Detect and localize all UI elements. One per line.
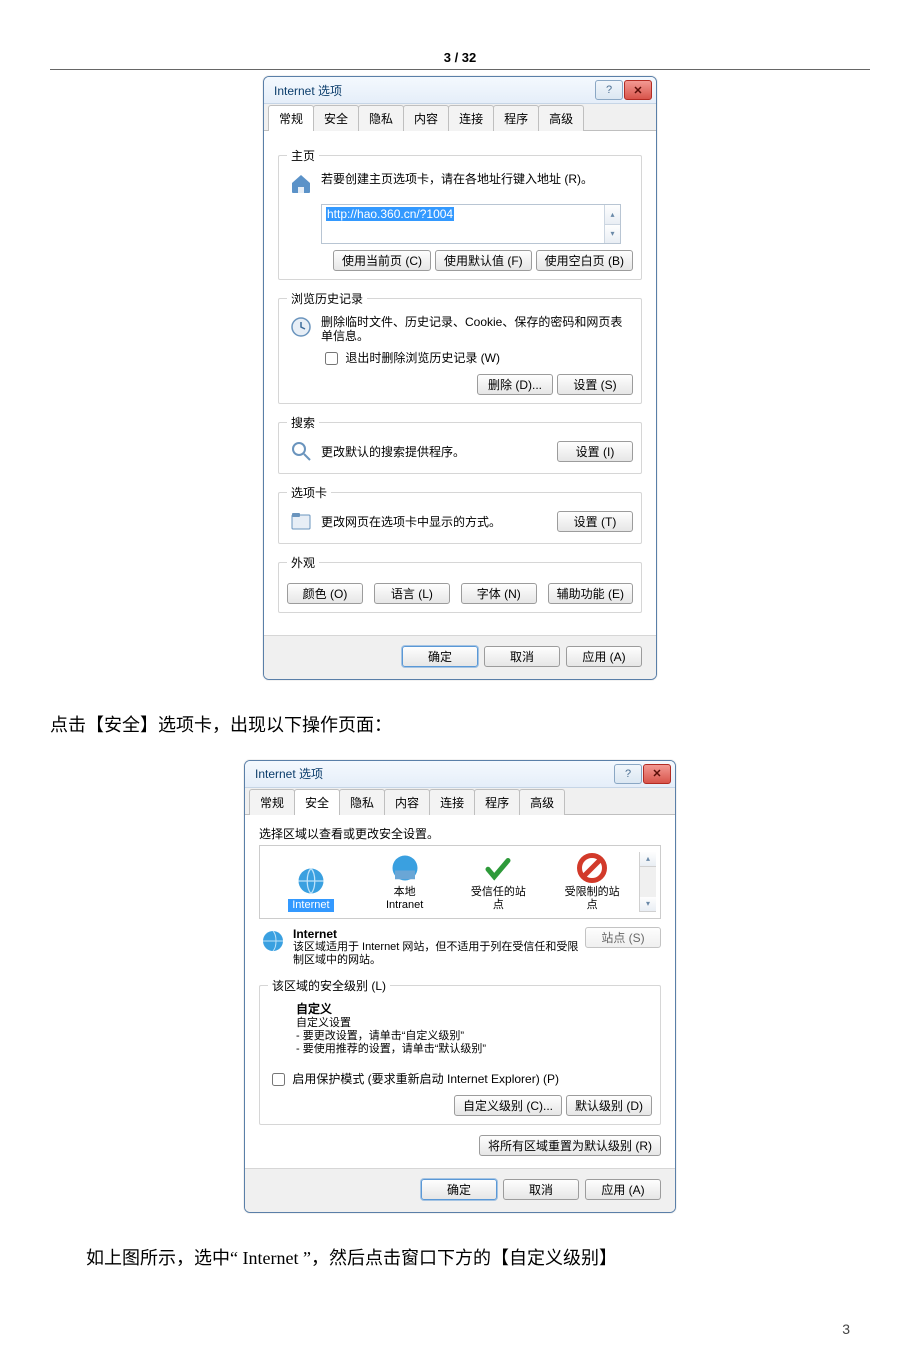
fonts-button[interactable]: 字体 (N) — [461, 583, 537, 604]
apply-button[interactable]: 应用 (A) — [585, 1179, 661, 1200]
tab-advanced[interactable]: 高级 — [538, 105, 584, 131]
zone-internet[interactable]: Internet — [264, 865, 358, 912]
home-icon — [287, 170, 315, 198]
homepage-group: 主页 若要创建主页选项卡，请在各地址行键入地址 (R)。 http://hao.… — [278, 147, 642, 280]
page-number: 3 — [50, 1293, 870, 1347]
help-button[interactable]: ? — [595, 80, 623, 100]
tab-security[interactable]: 安全 — [294, 789, 340, 815]
titlebar[interactable]: Internet 选项 ? ✕ — [264, 77, 656, 104]
dialog-buttons: 确定 取消 应用 (A) — [264, 635, 656, 679]
tab-connections[interactable]: 连接 — [429, 789, 475, 815]
search-legend: 搜索 — [287, 414, 319, 431]
dialog-title: Internet 选项 — [255, 765, 613, 782]
language-button[interactable]: 语言 (L) — [374, 583, 450, 604]
paragraph-1: 点击【安全】选项卡，出现以下操作页面： — [50, 706, 870, 746]
search-icon — [287, 437, 315, 465]
zone-prompt: 选择区域以查看或更改安全设置。 — [259, 825, 661, 841]
tab-security[interactable]: 安全 — [313, 105, 359, 131]
tabs-legend: 选项卡 — [287, 484, 331, 501]
tab-privacy[interactable]: 隐私 — [358, 105, 404, 131]
tab-privacy[interactable]: 隐私 — [339, 789, 385, 815]
titlebar[interactable]: Internet 选项 ? ✕ — [245, 761, 675, 788]
selected-zone-desc: 该区域适用于 Internet 网站，但不适用于列在受信任和受限制区域中的网站。 — [293, 941, 585, 967]
ok-button[interactable]: 确定 — [402, 646, 478, 667]
tab-general[interactable]: 常规 — [268, 105, 314, 131]
spin-down-icon[interactable]: ▾ — [604, 224, 620, 244]
internet-options-dialog-security: Internet 选项 ? ✕ 常规 安全 隐私 内容 连接 程序 高级 选择区… — [244, 760, 676, 1213]
search-settings-button[interactable]: 设置 (I) — [557, 441, 633, 462]
tab-programs[interactable]: 程序 — [474, 789, 520, 815]
level-sub: 自定义设置 — [296, 1017, 652, 1030]
dialog-title: Internet 选项 — [274, 82, 594, 99]
tab-strip: 常规 安全 隐私 内容 连接 程序 高级 — [245, 788, 675, 815]
history-icon — [287, 313, 315, 341]
appearance-group: 外观 颜色 (O) 语言 (L) 字体 (N) 辅助功能 (E) — [278, 554, 642, 613]
paragraph-2: 如上图所示，选中“ Internet ”，然后点击窗口下方的【自定义级别】 — [50, 1239, 870, 1279]
protected-mode-checkbox[interactable]: 启用保护模式 (要求重新启动 Internet Explorer) (P) — [268, 1072, 559, 1086]
tab-content[interactable]: 内容 — [384, 789, 430, 815]
cancel-button[interactable]: 取消 — [484, 646, 560, 667]
use-current-button[interactable]: 使用当前页 (C) — [333, 250, 431, 271]
cancel-button[interactable]: 取消 — [503, 1179, 579, 1200]
ok-button[interactable]: 确定 — [421, 1179, 497, 1200]
delete-button[interactable]: 删除 (D)... — [477, 374, 553, 395]
spin-up-icon[interactable]: ▴ — [604, 205, 620, 224]
tab-content[interactable]: 内容 — [403, 105, 449, 131]
history-group: 浏览历史记录 删除临时文件、历史记录、Cookie、保存的密码和网页表单信息。 … — [278, 290, 642, 404]
tab-programs[interactable]: 程序 — [493, 105, 539, 131]
tabs-icon — [287, 507, 315, 535]
tab-advanced[interactable]: 高级 — [519, 789, 565, 815]
use-blank-button[interactable]: 使用空白页 (B) — [536, 250, 633, 271]
tab-connections[interactable]: 连接 — [448, 105, 494, 131]
history-desc: 删除临时文件、历史记录、Cookie、保存的密码和网页表单信息。 — [321, 313, 633, 343]
internet-options-dialog-general: Internet 选项 ? ✕ 常规 安全 隐私 内容 连接 程序 高级 主页 — [263, 76, 657, 680]
zone-restricted[interactable]: 受限制的站 点 — [545, 852, 639, 912]
security-level-group: 该区域的安全级别 (L) 自定义 自定义设置 - 要更改设置，请单击“自定义级别… — [259, 977, 661, 1125]
level-name: 自定义 — [296, 1000, 652, 1017]
zone-list[interactable]: Internet 本地 Intranet 受信任的站 点 受限制的站 点 — [259, 845, 661, 919]
globe-icon — [259, 927, 287, 955]
history-legend: 浏览历史记录 — [287, 290, 367, 307]
level-line2: - 要使用推荐的设置，请单击“默认级别” — [296, 1043, 652, 1056]
custom-level-button[interactable]: 自定义级别 (C)... — [454, 1095, 562, 1116]
history-settings-button[interactable]: 设置 (S) — [557, 374, 633, 395]
dialog-buttons: 确定 取消 应用 (A) — [245, 1168, 675, 1212]
zone-trusted[interactable]: 受信任的站 点 — [452, 852, 546, 912]
help-button[interactable]: ? — [614, 764, 642, 784]
tabs-settings-button[interactable]: 设置 (T) — [557, 511, 633, 532]
page-header: 3 / 32 — [50, 50, 870, 70]
search-desc: 更改默认的搜索提供程序。 — [321, 443, 557, 459]
homepage-url-input[interactable]: http://hao.360.cn/?1004 ▴▾ — [321, 204, 621, 244]
homepage-legend: 主页 — [287, 147, 319, 164]
apply-button[interactable]: 应用 (A) — [566, 646, 642, 667]
tabs-desc: 更改网页在选项卡中显示的方式。 — [321, 513, 557, 529]
use-default-button[interactable]: 使用默认值 (F) — [435, 250, 532, 271]
tabs-group: 选项卡 更改网页在选项卡中显示的方式。 设置 (T) — [278, 484, 642, 544]
default-level-button[interactable]: 默认级别 (D) — [566, 1095, 652, 1116]
level-line1: - 要更改设置，请单击“自定义级别” — [296, 1030, 652, 1043]
homepage-desc: 若要创建主页选项卡，请在各地址行键入地址 (R)。 — [321, 170, 593, 186]
reset-all-zones-button[interactable]: 将所有区域重置为默认级别 (R) — [479, 1135, 661, 1156]
selected-zone-title: Internet — [293, 927, 585, 941]
zone-scrollbar[interactable]: ▴▾ — [639, 852, 656, 912]
level-legend: 该区域的安全级别 (L) — [268, 977, 390, 994]
search-group: 搜索 更改默认的搜索提供程序。 设置 (I) — [278, 414, 642, 474]
close-button[interactable]: ✕ — [624, 80, 652, 100]
colors-button[interactable]: 颜色 (O) — [287, 583, 363, 604]
zone-intranet[interactable]: 本地 Intranet — [358, 852, 452, 912]
tab-general[interactable]: 常规 — [249, 789, 295, 815]
accessibility-button[interactable]: 辅助功能 (E) — [548, 583, 633, 604]
tab-strip: 常规 安全 隐私 内容 连接 程序 高级 — [264, 104, 656, 131]
delete-on-exit-checkbox[interactable]: 退出时删除浏览历史记录 (W) — [321, 351, 500, 365]
sites-button: 站点 (S) — [585, 927, 661, 948]
appearance-legend: 外观 — [287, 554, 319, 571]
close-button[interactable]: ✕ — [643, 764, 671, 784]
